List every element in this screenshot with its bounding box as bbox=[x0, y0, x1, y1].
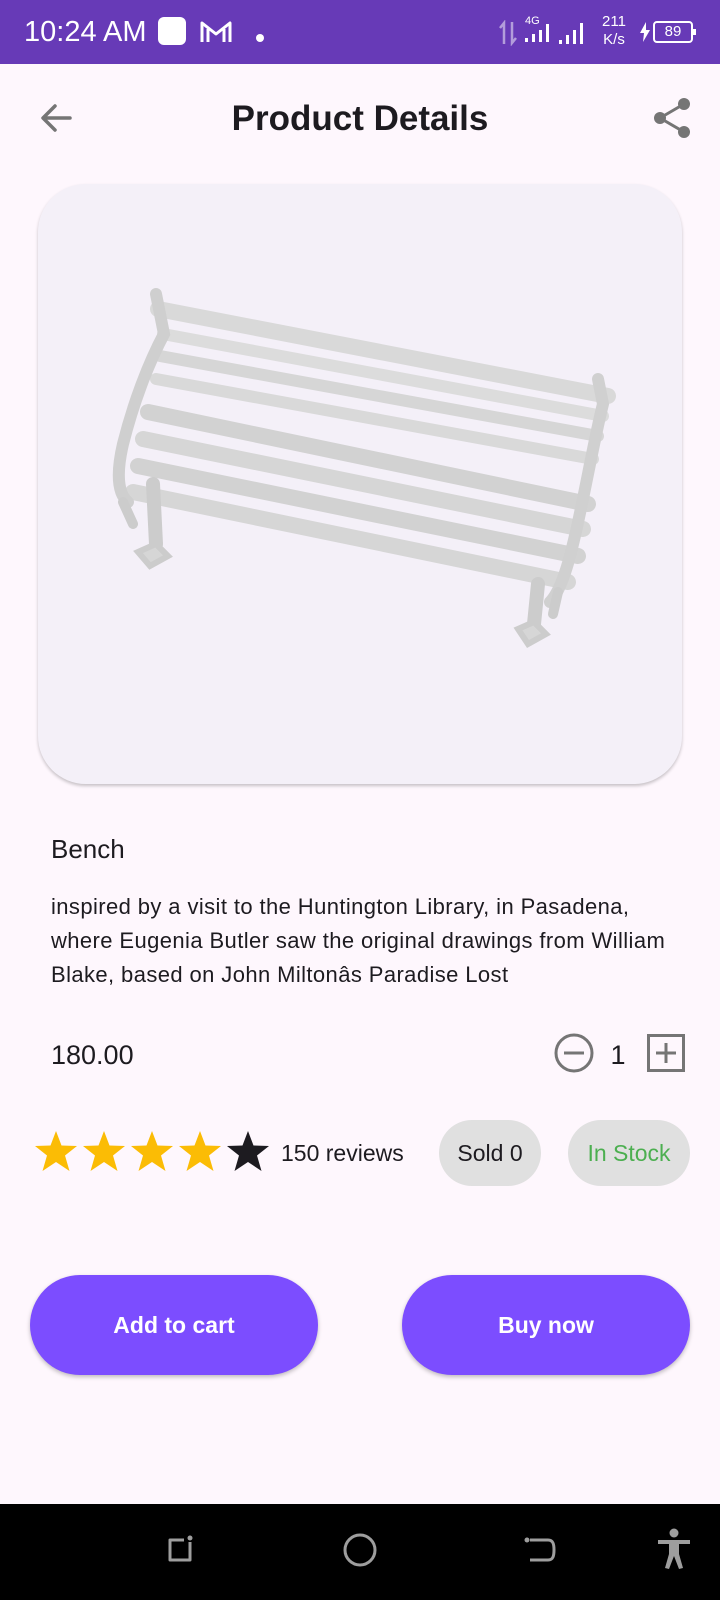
signal-4g-icon: 4G bbox=[524, 14, 554, 49]
quantity-value: 1 bbox=[610, 1040, 626, 1070]
signal-icon bbox=[558, 20, 588, 51]
minus-circle-icon bbox=[553, 1032, 595, 1079]
product-image-card[interactable] bbox=[38, 184, 682, 784]
accessibility-icon[interactable] bbox=[656, 1528, 692, 1575]
share-button[interactable] bbox=[644, 92, 700, 148]
decrease-quantity-button[interactable] bbox=[546, 1027, 602, 1083]
app-bar: Product Details bbox=[0, 64, 720, 174]
battery-indicator: 89 bbox=[653, 21, 696, 43]
star-filled-icon bbox=[176, 1128, 224, 1176]
network-speed-value: 211 bbox=[602, 13, 626, 30]
increase-quantity-button[interactable] bbox=[638, 1027, 694, 1083]
product-price: 180.00 bbox=[51, 1040, 134, 1070]
charging-icon bbox=[639, 22, 651, 47]
stock-status-chip: In Stock bbox=[568, 1120, 690, 1186]
share-icon bbox=[652, 96, 692, 145]
gmail-icon bbox=[200, 20, 232, 49]
status-bar: 10:24 AM 4G 211 K/s 89 bbox=[0, 0, 720, 64]
product-description: inspired by a visit to the Huntington Li… bbox=[51, 894, 666, 987]
add-to-cart-button[interactable]: Add to cart bbox=[30, 1275, 318, 1375]
product-name: Bench bbox=[51, 834, 125, 864]
buy-now-button[interactable]: Buy now bbox=[402, 1275, 690, 1375]
status-time: 10:24 AM bbox=[24, 16, 147, 48]
dot-icon bbox=[256, 29, 264, 47]
home-icon[interactable] bbox=[342, 1532, 378, 1573]
back-icon[interactable] bbox=[522, 1532, 558, 1573]
bench-image bbox=[38, 184, 682, 784]
star-filled-icon bbox=[80, 1128, 128, 1176]
notification-square-icon bbox=[158, 17, 186, 50]
plus-square-icon bbox=[646, 1033, 686, 1078]
page-title: Product Details bbox=[231, 99, 489, 138]
system-nav-bar bbox=[0, 1504, 720, 1600]
sold-chip: Sold 0 bbox=[439, 1120, 541, 1186]
star-empty-icon bbox=[224, 1128, 272, 1176]
recent-apps-icon[interactable] bbox=[162, 1532, 198, 1573]
network-speed-unit: K/s bbox=[603, 31, 625, 48]
star-filled-icon bbox=[32, 1128, 80, 1176]
data-arrows-icon bbox=[498, 19, 518, 51]
svg-text:4G: 4G bbox=[525, 15, 540, 27]
star-filled-icon bbox=[128, 1128, 176, 1176]
network-speed: 211 K/s bbox=[592, 13, 636, 49]
rating-stars bbox=[32, 1128, 272, 1176]
reviews-count: 150 reviews bbox=[281, 1140, 404, 1166]
